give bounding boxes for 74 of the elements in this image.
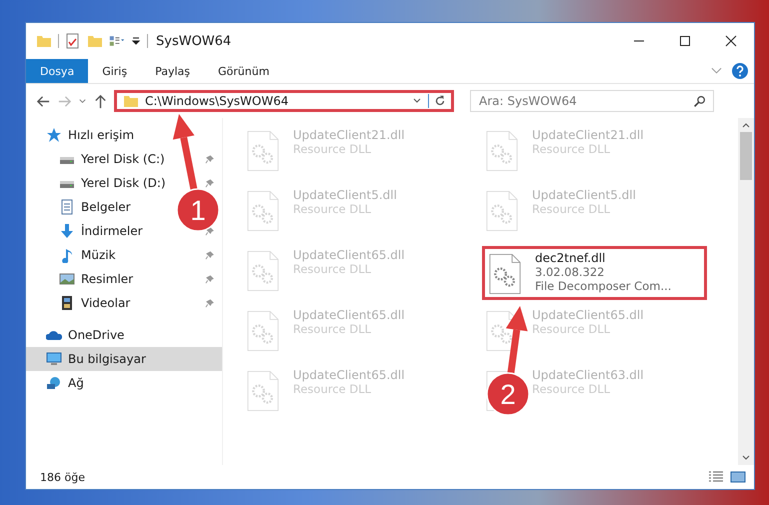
file-name: UpdateClient65.dll: [532, 308, 644, 322]
large-icons-view-icon[interactable]: [730, 471, 746, 483]
file-name: UpdateClient5.dll: [532, 188, 636, 202]
sidebar-item[interactable]: Müzik: [26, 243, 120, 267]
file-name: UpdateClient65.dll: [293, 248, 405, 262]
annotation-arrow: [506, 306, 528, 375]
properties-icon[interactable]: [65, 33, 81, 49]
sidebar-item[interactable]: Bu bilgisayar: [26, 347, 222, 371]
vertical-scrollbar[interactable]: [738, 118, 754, 465]
sidebar-item[interactable]: İndirmeler: [26, 219, 147, 243]
search-field[interactable]: Ara: SysWOW64: [470, 90, 714, 112]
ribbon-tab[interactable]: Paylaş: [141, 59, 204, 83]
gear-file-icon: [247, 190, 279, 232]
ribbon-tab[interactable]: Dosya: [26, 59, 88, 83]
film-icon: [59, 295, 75, 311]
expand-ribbon-icon[interactable]: [711, 67, 722, 75]
pin-icon[interactable]: [205, 226, 214, 236]
gear-file-icon: [489, 253, 521, 295]
sidebar-item[interactable]: Ağ: [26, 371, 88, 395]
gear-file-icon: [247, 130, 279, 172]
sidebar-item[interactable]: Belgeler: [26, 195, 135, 219]
address-bar[interactable]: C:\Windows\SysWOW64: [114, 90, 454, 112]
file-name: UpdateClient21.dll: [293, 128, 405, 142]
item-count: 186 öğe: [40, 470, 85, 484]
network-icon: [46, 375, 62, 391]
monitor-icon: [46, 351, 62, 367]
up-arrow-icon[interactable]: [93, 94, 108, 108]
details-view-icon[interactable]: [708, 471, 724, 483]
help-icon[interactable]: [732, 63, 748, 79]
gear-file-icon: [486, 130, 518, 172]
back-arrow-icon[interactable]: [36, 94, 51, 108]
file-detail: File Decomposer Com...: [535, 279, 672, 293]
search-icon: [693, 95, 706, 108]
scrollbar-thumb[interactable]: [740, 132, 752, 180]
sidebar-item[interactable]: Resimler: [26, 267, 138, 291]
sidebar-item[interactable]: OneDrive: [26, 323, 128, 347]
sidebar-item[interactable]: Videolar: [26, 291, 134, 315]
pin-icon[interactable]: [205, 178, 214, 188]
ribbon-tab[interactable]: Görünüm: [204, 59, 284, 83]
document-icon: [59, 199, 75, 215]
customize-dropdown-icon[interactable]: [131, 36, 141, 46]
pin-icon[interactable]: [205, 154, 214, 164]
pin-icon[interactable]: [205, 298, 214, 308]
view-options-icon[interactable]: [109, 33, 125, 49]
sidebar-item[interactable]: Hızlı erişim: [26, 123, 138, 147]
file-name: UpdateClient65.dll: [293, 308, 405, 322]
gear-file-icon: [247, 310, 279, 352]
maximize-icon: [679, 35, 691, 47]
close-icon: [725, 35, 737, 47]
music-note-icon: [59, 247, 75, 263]
file-name: UpdateClient63.dll: [532, 368, 644, 382]
recent-locations-caret-icon[interactable]: [78, 96, 87, 106]
sidebar-item[interactable]: Yerel Disk (C:): [26, 147, 169, 171]
picture-icon: [59, 271, 75, 287]
file-detail: 3.02.08.322: [535, 265, 606, 279]
window-title: SysWOW64: [156, 34, 232, 48]
file-name: dec2tnef.dll: [535, 251, 606, 265]
address-path: C:\Windows\SysWOW64: [145, 94, 290, 108]
numbered-marker: 1: [176, 188, 220, 232]
file-name: UpdateClient65.dll: [293, 368, 405, 382]
file-item[interactable]: dec2tnef.dll 3.02.08.322 File Decomposer Com...: [482, 246, 707, 300]
file-name: UpdateClient5.dll: [293, 188, 397, 202]
gear-file-icon: [486, 190, 518, 232]
pin-icon[interactable]: [205, 274, 214, 284]
sidebar-item[interactable]: Yerel Disk (D:): [26, 171, 170, 195]
folder-icon: [123, 93, 139, 109]
star-icon: [46, 127, 62, 143]
download-arrow-icon: [59, 223, 75, 239]
numbered-marker: 2: [486, 372, 530, 416]
gear-file-icon: [247, 370, 279, 412]
file-name: UpdateClient21.dll: [532, 128, 644, 142]
gear-file-icon: [247, 250, 279, 292]
pin-icon[interactable]: [205, 250, 214, 260]
ribbon-tab[interactable]: Giriş: [88, 59, 142, 83]
